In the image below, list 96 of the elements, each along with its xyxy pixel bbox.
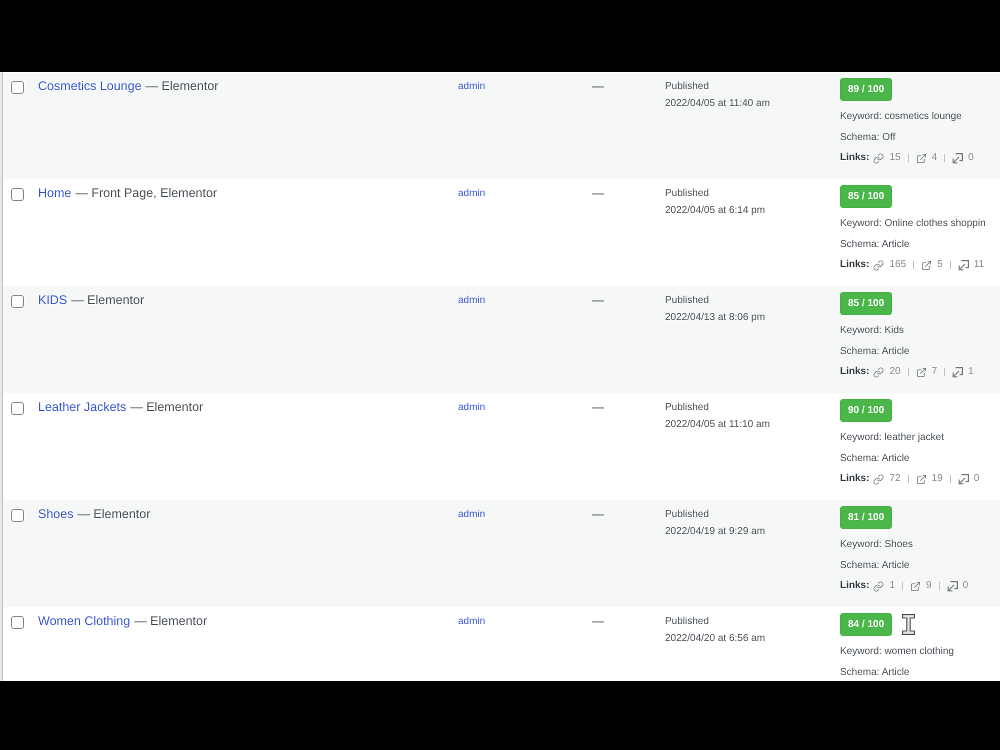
author-link[interactable]: admin [458, 398, 486, 418]
author-link[interactable]: admin [458, 505, 486, 525]
seo-score-badge: 90 / 100 [840, 399, 892, 422]
keyword-text: Keyword: Kids [840, 324, 904, 338]
date-text: 2022/04/13 at 8:06 pm [665, 311, 766, 325]
links-label: Links: [840, 472, 870, 486]
schema-text: Schema: Article [840, 452, 910, 466]
author-link[interactable]: admin [458, 184, 486, 204]
dash-text: — [592, 292, 604, 309]
link-icon [873, 366, 884, 378]
seo-score-badge: 85 / 100 [840, 185, 892, 208]
post-state-text: — Front Page, Elementor [75, 185, 218, 202]
post-state-text: — Elementor [77, 506, 150, 523]
dash-text: — [592, 506, 604, 523]
link-icon [873, 580, 884, 592]
status-text: Published [665, 294, 709, 308]
box-arrow-icon [952, 366, 964, 378]
links-label: Links: [840, 365, 870, 379]
date-text: 2022/04/05 at 11:10 am [665, 418, 770, 432]
seo-score-badge: 84 / 100 [840, 613, 892, 636]
dash-text: — [592, 185, 604, 202]
box-arrow-icon [952, 152, 964, 164]
author-link[interactable]: admin [458, 612, 486, 632]
post-state-text: — Elementor [134, 613, 208, 630]
page-title-link[interactable]: KIDS [38, 290, 68, 310]
links-label: Links: [840, 151, 870, 165]
post-state-text: — Elementor [71, 292, 144, 309]
link-count: 9 [926, 579, 932, 593]
link-icon [873, 474, 884, 484]
page-title-link[interactable]: Shoes [38, 504, 74, 524]
link-count: 19 [932, 472, 943, 486]
link-count: 11 [974, 258, 984, 272]
external-link-icon [916, 474, 927, 484]
box-arrow-icon [958, 260, 969, 270]
post-state-text: — Elementor [130, 399, 204, 416]
seo-score-badge: 85 / 100 [840, 292, 892, 315]
link-count: 0 [968, 151, 974, 165]
schema-text: Schema: Article [840, 238, 910, 252]
dash-text: — [592, 613, 604, 630]
schema-text: Schema: Article [840, 559, 910, 573]
link-count: 5 [937, 258, 943, 272]
link-icon [873, 152, 884, 164]
author-link[interactable]: admin [458, 291, 486, 311]
link-count: 0 [962, 579, 968, 593]
seo-score-badge: 89 / 100 [840, 78, 892, 101]
row-checkbox[interactable] [11, 188, 24, 201]
seo-score-badge: 81 / 100 [840, 506, 892, 529]
dash-text: — [592, 399, 604, 416]
link-count: 15 [889, 151, 901, 165]
keyword-text: Keyword: women clothing [840, 645, 954, 659]
schema-text: Schema: Article [840, 666, 910, 680]
link-count: 1 [889, 579, 896, 593]
link-count: 165 [889, 258, 906, 272]
links-label: Links: [840, 579, 870, 593]
keyword-text: Keyword: Shoes [840, 538, 913, 552]
author-link[interactable]: admin [458, 77, 486, 97]
keyword-text: Keyword: leather jacket [840, 431, 944, 445]
link-count: 72 [889, 472, 901, 486]
external-link-icon [910, 580, 922, 592]
link-count: 0 [974, 472, 980, 486]
row-checkbox[interactable] [11, 402, 24, 415]
date-text: 2022/04/05 at 11:40 am [665, 97, 770, 111]
date-text: 2022/04/20 at 6:56 am [665, 632, 766, 646]
status-text: Published [665, 401, 709, 415]
row-checkbox[interactable] [11, 81, 24, 94]
link-count: 1 [968, 365, 974, 379]
box-arrow-icon [946, 580, 958, 592]
link-count: 4 [932, 151, 938, 165]
schema-text: Schema: Article [840, 345, 910, 359]
page-title-link[interactable]: Home [38, 183, 72, 203]
page-title-link[interactable]: Leather Jackets [38, 397, 126, 417]
links-label: Links: [840, 258, 870, 272]
status-text: Published [665, 80, 709, 94]
schema-text: Schema: Off [840, 131, 896, 145]
date-text: 2022/04/19 at 9:29 am [665, 525, 766, 539]
dash-text: — [592, 78, 604, 95]
row-checkbox[interactable] [11, 295, 24, 308]
row-checkbox[interactable] [11, 616, 24, 629]
status-text: Published [665, 187, 709, 201]
post-state-text: — Elementor [146, 78, 218, 95]
keyword-text: Keyword: Online clothes shoppin [840, 217, 986, 231]
status-text: Published [665, 615, 709, 629]
box-arrow-icon [958, 474, 969, 484]
page-title-link[interactable]: Cosmetics Lounge [38, 76, 142, 96]
external-link-icon [921, 260, 932, 270]
link-count: 20 [889, 365, 901, 379]
page-title-link[interactable]: Women Clothing [38, 611, 130, 631]
link-count: 7 [932, 365, 938, 379]
external-link-icon [916, 366, 927, 378]
keyword-text: Keyword: cosmetics lounge [840, 110, 962, 124]
link-icon [873, 260, 884, 270]
status-text: Published [665, 508, 709, 522]
external-link-icon [916, 152, 927, 164]
row-checkbox[interactable] [11, 509, 24, 522]
text-cursor-icon [902, 614, 916, 635]
date-text: 2022/04/05 at 6:14 pm [665, 204, 766, 218]
